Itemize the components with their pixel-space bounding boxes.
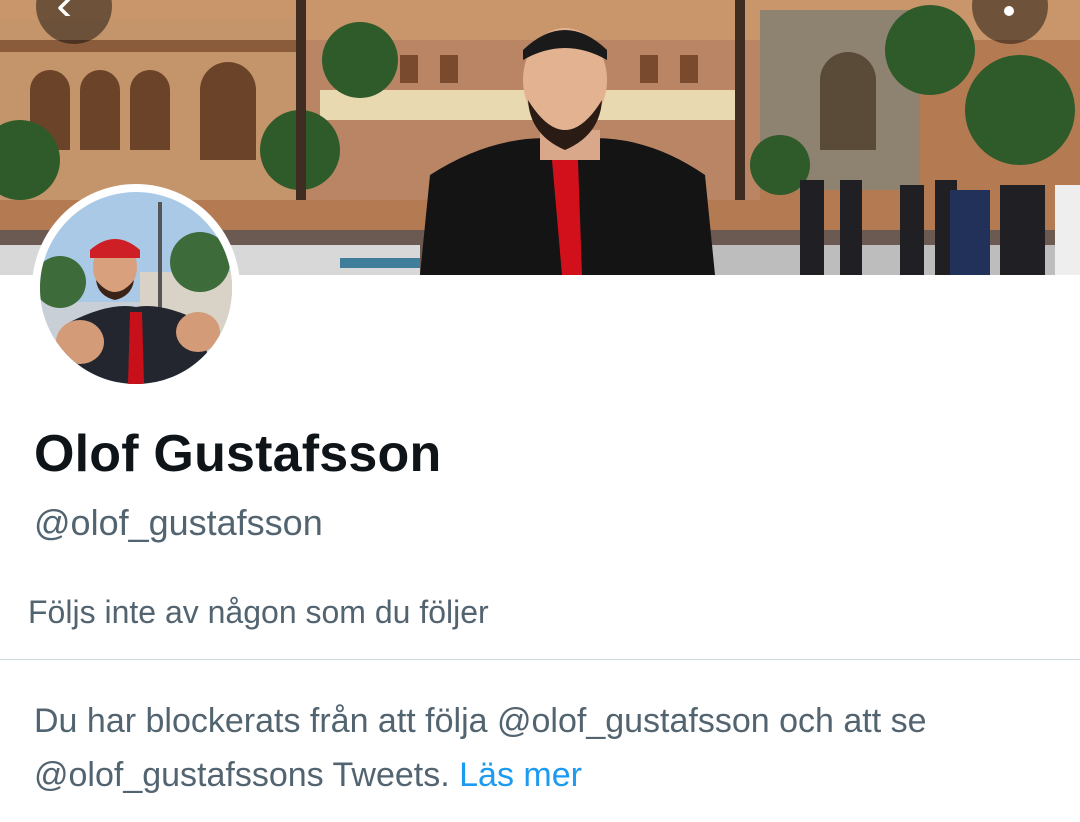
divider — [0, 659, 1080, 660]
blocked-notice: Du har blockerats från att följa @olof_g… — [34, 694, 1054, 802]
followed-by-text: Följs inte av någon som du följer — [28, 594, 489, 630]
avatar-image — [40, 192, 232, 384]
arrow-left-icon — [58, 0, 71, 16]
display-name: Olof Gustafsson — [34, 425, 442, 483]
learn-more-link[interactable]: Läs mer — [459, 756, 582, 794]
more-icon — [1004, 6, 1014, 16]
handle: @olof_gustafsson — [34, 502, 323, 543]
profile-page: Olof Gustafsson @olof_gustafsson Följs i… — [0, 0, 1080, 822]
avatar[interactable] — [32, 184, 240, 392]
